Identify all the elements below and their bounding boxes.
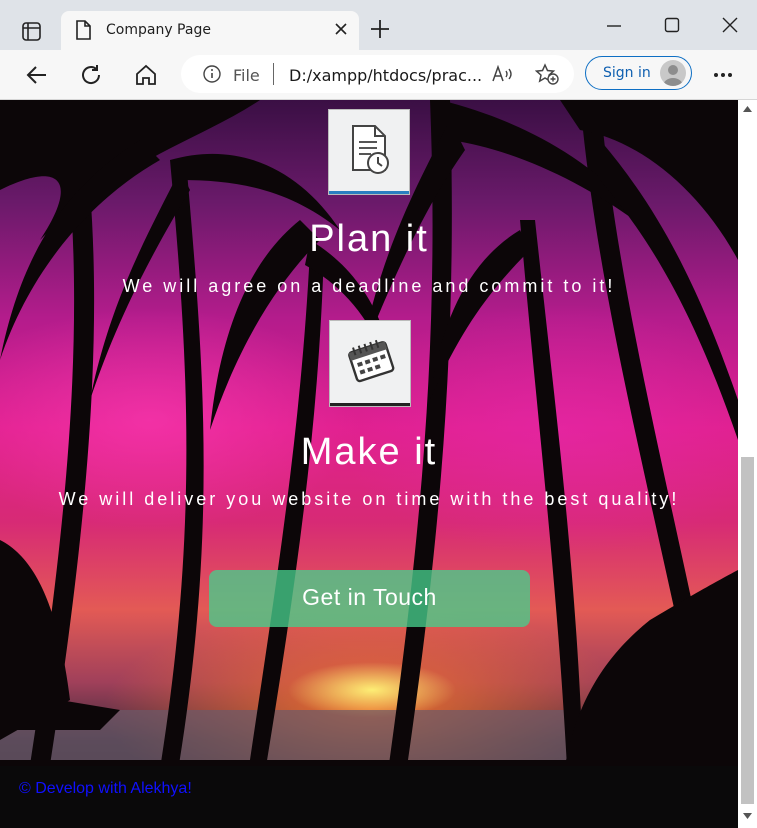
window-close-icon[interactable] bbox=[722, 17, 738, 33]
image-strip bbox=[329, 191, 409, 194]
more-icon[interactable] bbox=[713, 72, 733, 78]
scroll-down-arrow-icon[interactable] bbox=[743, 813, 752, 819]
scroll-up-arrow-icon[interactable] bbox=[743, 106, 752, 112]
refresh-icon[interactable] bbox=[79, 63, 103, 87]
address-url[interactable]: D:/xampp/htdocs/prac... bbox=[289, 66, 482, 85]
maximize-icon[interactable] bbox=[664, 17, 680, 33]
image-strip bbox=[330, 403, 410, 406]
make-step-image bbox=[329, 320, 411, 407]
home-icon[interactable] bbox=[134, 63, 158, 87]
plan-step-image bbox=[328, 109, 410, 195]
footer-copyright: © Develop with Alekhya! bbox=[19, 780, 192, 797]
plan-step-text: We will agree on a deadline and commit t… bbox=[122, 276, 616, 296]
vertical-scrollbar[interactable] bbox=[738, 100, 757, 828]
get-in-touch-button[interactable]: Get in Touch bbox=[209, 570, 530, 627]
make-step-title: Make it bbox=[300, 431, 438, 473]
scroll-thumb[interactable] bbox=[741, 457, 754, 804]
calendar-icon bbox=[348, 339, 395, 383]
info-icon[interactable] bbox=[203, 65, 221, 83]
page-viewport: Plan it We will agree on a deadline and … bbox=[0, 100, 738, 828]
back-icon[interactable] bbox=[25, 63, 49, 87]
make-step-text: We will deliver you website on time with… bbox=[58, 489, 680, 509]
get-in-touch-label: Get in Touch bbox=[302, 584, 437, 610]
active-tab[interactable]: Company Page bbox=[61, 11, 359, 50]
read-aloud-icon[interactable] bbox=[492, 65, 514, 83]
tab-actions-icon bbox=[22, 22, 41, 41]
address-divider bbox=[273, 63, 274, 85]
favorite-add-icon[interactable] bbox=[535, 63, 559, 85]
plus-icon[interactable] bbox=[369, 18, 391, 40]
page-footer: © Develop with Alekhya! bbox=[0, 766, 738, 828]
address-bar[interactable]: File D:/xampp/htdocs/prac... bbox=[181, 55, 574, 93]
tab-title: Company Page bbox=[106, 22, 211, 38]
tab-strip: Company Page bbox=[0, 0, 757, 50]
document-clock-icon bbox=[352, 125, 389, 174]
sign-in-button[interactable]: Sign in bbox=[585, 56, 692, 90]
address-scheme: File bbox=[233, 66, 260, 85]
browser-toolbar: File D:/xampp/htdocs/prac... Sign in bbox=[0, 50, 757, 100]
sign-in-label: Sign in bbox=[603, 65, 651, 81]
close-icon[interactable] bbox=[333, 21, 349, 37]
plan-step-title: Plan it bbox=[309, 218, 429, 260]
minimize-icon[interactable] bbox=[606, 24, 622, 28]
page-icon bbox=[76, 20, 91, 40]
tab-actions-button[interactable] bbox=[10, 12, 52, 48]
profile-icon bbox=[660, 60, 686, 86]
